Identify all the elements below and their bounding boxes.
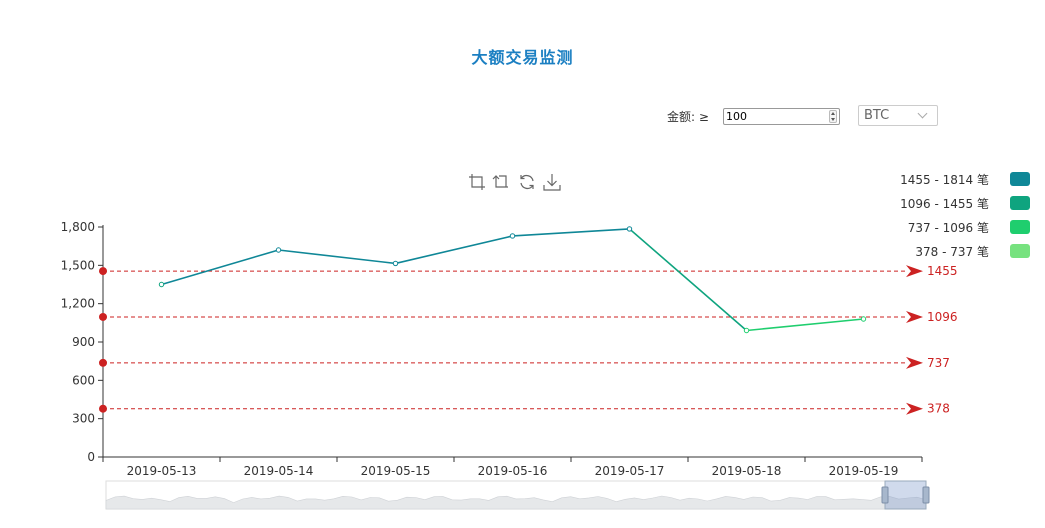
x-tick-label: 2019-05-17 bbox=[595, 464, 665, 478]
y-tick-label: 900 bbox=[72, 335, 95, 349]
data-point[interactable] bbox=[509, 233, 516, 239]
mark-line-start-dot bbox=[99, 404, 107, 413]
mark-line-start-dot bbox=[99, 358, 107, 367]
series-line-segment bbox=[394, 235, 514, 265]
data-zoom-window[interactable] bbox=[884, 480, 927, 510]
data-point[interactable] bbox=[275, 247, 282, 253]
series-line-segment bbox=[745, 318, 865, 332]
y-tick-label: 1,200 bbox=[61, 297, 95, 311]
data-point[interactable] bbox=[392, 260, 399, 267]
series-line-segment bbox=[511, 228, 631, 237]
data-zoom-handle[interactable] bbox=[881, 486, 889, 504]
x-tick-label: 2019-05-14 bbox=[244, 464, 314, 478]
y-tick-label: 600 bbox=[72, 373, 95, 387]
x-tick-label: 2019-05-18 bbox=[712, 464, 782, 478]
mark-line-label: 737 bbox=[927, 356, 950, 370]
data-point[interactable] bbox=[743, 327, 750, 334]
y-tick-label: 1,800 bbox=[61, 220, 95, 234]
series-line-segment bbox=[160, 249, 280, 286]
mark-line-label: 378 bbox=[927, 402, 950, 416]
data-zoom-handle[interactable] bbox=[922, 486, 930, 504]
mark-line-label: 1096 bbox=[927, 310, 958, 324]
x-tick-label: 2019-05-16 bbox=[478, 464, 548, 478]
mark-line-arrow bbox=[906, 402, 923, 415]
series-line-segment bbox=[628, 228, 748, 332]
mark-line-arrow bbox=[906, 310, 923, 323]
x-tick-label: 2019-05-13 bbox=[127, 464, 197, 478]
mark-line-start-dot bbox=[99, 312, 107, 321]
line-chart: 0 300 600 900 1,200 1,500 1,800 2019-05-13 2019-… bbox=[61, 220, 958, 510]
x-tick-label: 2019-05-15 bbox=[361, 464, 431, 478]
y-tick-label: 300 bbox=[72, 412, 95, 426]
x-tick-label: 2019-05-19 bbox=[829, 464, 899, 478]
y-tick-label: 0 bbox=[87, 450, 95, 464]
mark-line-start-dot bbox=[99, 267, 107, 276]
mark-line-label: 1455 bbox=[927, 264, 958, 278]
data-point[interactable] bbox=[860, 316, 867, 322]
mark-line-arrow bbox=[906, 265, 923, 278]
data-point[interactable] bbox=[626, 226, 633, 232]
y-tick-label: 1,500 bbox=[61, 258, 95, 272]
mark-line-arrow bbox=[906, 356, 923, 369]
data-point[interactable] bbox=[158, 281, 165, 288]
series-line-segment bbox=[277, 249, 397, 265]
